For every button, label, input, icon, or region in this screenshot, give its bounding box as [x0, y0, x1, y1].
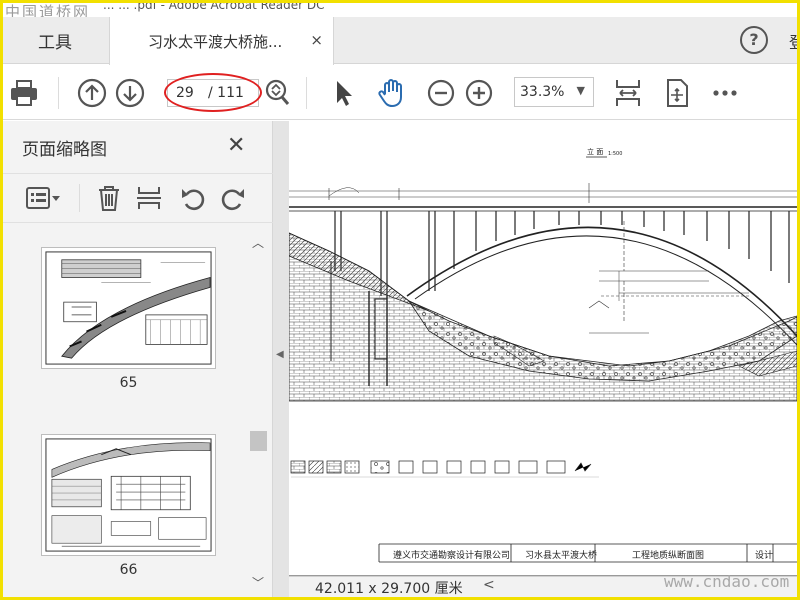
- help-icon[interactable]: ?: [740, 26, 768, 54]
- print-icon[interactable]: [8, 77, 40, 109]
- highlight-ellipse-annotation: [164, 73, 262, 112]
- bridge-elevation-drawing: 立 面 1:500: [289, 147, 797, 563]
- toolbar-divider: [306, 77, 307, 109]
- title-block-design: 设计: [755, 551, 774, 561]
- scrollbar-thumb[interactable]: [250, 431, 267, 451]
- thumbnail-list: 65 66: [3, 224, 246, 596]
- chevron-down-icon[interactable]: ﹀: [252, 574, 264, 591]
- tab-bar: 工具 习水太平渡大桥施... × ? 登: [3, 17, 800, 65]
- pdf-page: 立 面 1:500 遵义市交通勘察设计有限公司 习水县太平渡大桥 工程地质纵断面…: [289, 121, 797, 575]
- previous-page-icon[interactable]: [76, 77, 108, 109]
- tab-document[interactable]: 习水太平渡大桥施... ×: [109, 17, 334, 65]
- chevron-down-icon: ▼: [576, 84, 585, 97]
- next-page-icon[interactable]: [114, 77, 146, 109]
- page-size-label: 42.011 x 29.700 厘米: [315, 581, 463, 597]
- thumbnail-scrollbar[interactable]: ︿ ﹀: [247, 224, 271, 596]
- more-options-icon[interactable]: [709, 77, 741, 109]
- document-viewer[interactable]: 立 面 1:500 遵义市交通勘察设计有限公司 习水县太平渡大桥 工程地质纵断面…: [289, 121, 797, 597]
- title-block-project: 习水县太平渡大桥: [525, 551, 598, 561]
- watermark-url: www.cndao.com: [664, 572, 790, 591]
- drawing-scale: 1:500: [608, 151, 622, 157]
- extract-pages-icon[interactable]: [135, 184, 163, 212]
- zoom-in-icon[interactable]: [463, 77, 495, 109]
- tab-tools[interactable]: 工具: [3, 17, 107, 64]
- collapse-panel-icon[interactable]: ◀: [276, 349, 284, 360]
- thumbnail-options-icon[interactable]: [25, 184, 61, 212]
- zoom-level-select[interactable]: 33.3% ▼: [514, 77, 594, 107]
- page-thumbnail[interactable]: [41, 434, 216, 556]
- page-thumbnails-panel: 页面缩略图 ✕ 65 66 ︿ ﹀: [3, 121, 273, 597]
- drawing-section-title: 立 面: [587, 147, 603, 156]
- panel-title: 页面缩略图: [22, 140, 107, 160]
- zoom-level-value: 33.3%: [520, 84, 565, 100]
- title-block-company: 遵义市交通勘察设计有限公司: [393, 551, 511, 561]
- tab-document-label: 习水太平渡大桥施...: [148, 32, 283, 51]
- rotate-clockwise-icon[interactable]: [219, 184, 247, 212]
- select-tool-icon[interactable]: [328, 77, 360, 109]
- window-titlebar: 中国道桥网 ... ... .pdf - Adobe Acrobat Reade…: [3, 3, 797, 17]
- page-navigation-icon[interactable]: [260, 77, 292, 109]
- thumbnail-page-number: 65: [119, 375, 138, 391]
- page-thumbnail[interactable]: [41, 247, 216, 369]
- chevron-up-icon[interactable]: ︿: [252, 234, 264, 251]
- fit-page-icon[interactable]: [612, 77, 644, 109]
- close-icon[interactable]: ×: [310, 31, 323, 49]
- main-toolbar: 29 / 111 33.3% ▼: [3, 65, 797, 120]
- window-title: ... ... .pdf - Adobe Acrobat Reader DC: [103, 3, 325, 12]
- zoom-out-icon[interactable]: [425, 77, 457, 109]
- scroll-left-button[interactable]: <: [483, 577, 495, 593]
- toolbar-divider: [79, 184, 80, 212]
- sign-in-button[interactable]: 登: [789, 29, 800, 53]
- panel-collapse-gutter[interactable]: ◀: [273, 121, 289, 597]
- scroll-mode-icon[interactable]: [661, 77, 693, 109]
- thumbnail-page-number: 66: [119, 562, 138, 578]
- hand-tool-icon[interactable]: [376, 77, 408, 109]
- rotate-counterclockwise-icon[interactable]: [179, 184, 207, 212]
- delete-icon[interactable]: [95, 184, 123, 212]
- watermark-logo: 中国道桥网: [5, 3, 91, 17]
- thumbnail-toolbar: [3, 173, 273, 223]
- title-block-sheet: 工程地质纵断面图: [632, 551, 705, 561]
- toolbar-divider: [58, 77, 59, 109]
- close-icon[interactable]: ✕: [227, 133, 245, 158]
